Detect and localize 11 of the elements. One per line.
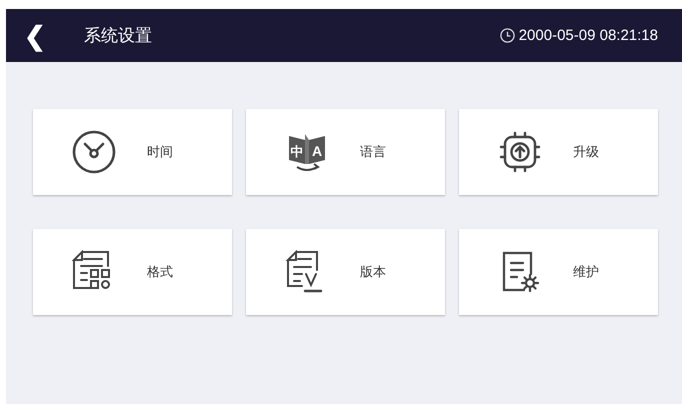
settings-tile[interactable]: 时间 [33,109,232,195]
date-time: 2000-05-09 08:21:18 [518,27,658,44]
clock-icon [500,28,515,43]
settings-tile[interactable]: 中 A 语言 [246,109,445,195]
settings-tile[interactable]: 格式 [33,229,232,315]
settings-tile[interactable]: 版本 [246,229,445,315]
settings-tile[interactable]: 维护 [459,229,658,315]
clock-icon [72,130,116,174]
chip-upload-icon [498,130,542,174]
page-title: 系统设置 [84,25,153,47]
settings-tile[interactable]: 升级 [459,109,658,195]
